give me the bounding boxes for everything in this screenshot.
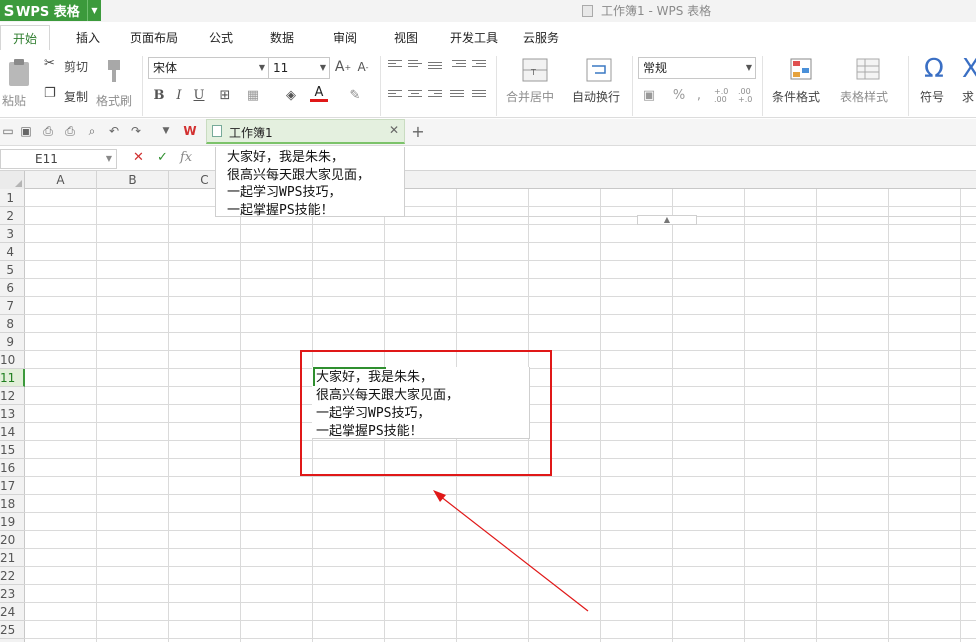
annotation-arrow [433, 490, 589, 612]
wps-spreadsheet-window: S WPS 表格 ▼ 工作簿1 - WPS 表格 开始 插入 页面布局 公式 数… [0, 0, 976, 642]
